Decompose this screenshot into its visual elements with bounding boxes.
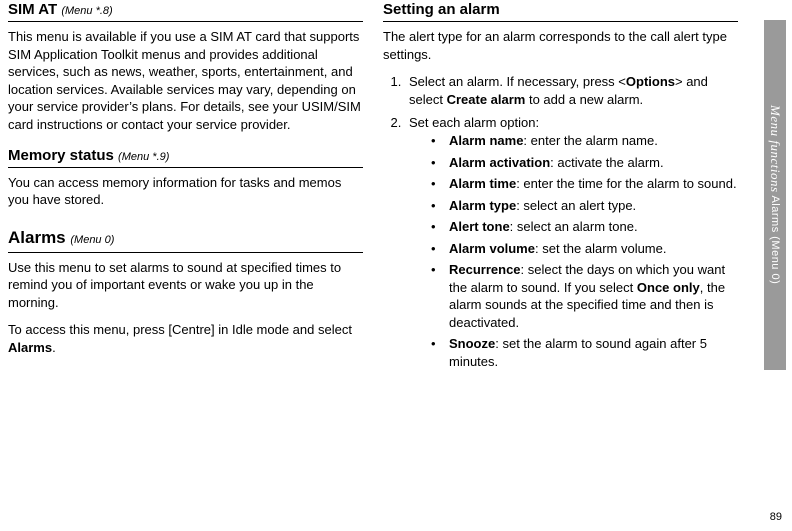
option-name: Snooze bbox=[449, 336, 495, 351]
heading-sim-at: SIM AT (Menu *.8) bbox=[8, 0, 363, 22]
option-item: Alarm name: enter the alarm name. bbox=[431, 132, 738, 150]
option-name: Alarm activation bbox=[449, 155, 550, 170]
option-item: Alarm time: enter the time for the alarm… bbox=[431, 175, 738, 193]
step-item: Select an alarm. If necessary, press <Op… bbox=[405, 73, 738, 108]
option-name: Alarm name bbox=[449, 133, 523, 148]
menu-ref: (Menu *.8) bbox=[61, 5, 112, 17]
body-text: You can access memory information for ta… bbox=[8, 174, 363, 209]
menu-ref: (Menu 0) bbox=[70, 234, 114, 246]
option-name: Alarm volume bbox=[449, 241, 535, 256]
option-desc: : activate the alarm. bbox=[550, 155, 663, 170]
steps-list: Select an alarm. If necessary, press <Op… bbox=[383, 73, 738, 370]
body-text: Use this menu to set alarms to sound at … bbox=[8, 259, 363, 312]
side-tab: Menu functions Alarms (Menu 0) bbox=[764, 20, 786, 370]
option-item: Alarm type: select an alert type. bbox=[431, 197, 738, 215]
heading-setting-alarm: Setting an alarm bbox=[383, 0, 738, 22]
title: Memory status bbox=[8, 147, 114, 164]
option-desc: : select an alarm tone. bbox=[510, 219, 638, 234]
option-name: Alert tone bbox=[449, 219, 510, 234]
option-desc: : set the alarm volume. bbox=[535, 241, 667, 256]
title: SIM AT bbox=[8, 1, 57, 18]
title: Setting an alarm bbox=[383, 1, 500, 18]
title: Alarms bbox=[8, 228, 66, 247]
option-item: Alarm volume: set the alarm volume. bbox=[431, 240, 738, 258]
option-item: Snooze: set the alarm to sound again aft… bbox=[431, 335, 738, 370]
side-tab-text: Menu functions Alarms (Menu 0) bbox=[766, 105, 784, 284]
step-item: Set each alarm option: Alarm name: enter… bbox=[405, 114, 738, 370]
right-column: Setting an alarm The alert type for an a… bbox=[383, 0, 748, 377]
left-column: SIM AT (Menu *.8) This menu is available… bbox=[8, 0, 373, 377]
heading-memory-status: Memory status (Menu *.9) bbox=[8, 146, 363, 168]
option-item: Alarm activation: activate the alarm. bbox=[431, 154, 738, 172]
heading-alarms: Alarms (Menu 0) bbox=[8, 227, 363, 253]
option-desc: : enter the time for the alarm to sound. bbox=[516, 176, 736, 191]
body-text: This menu is available if you use a SIM … bbox=[8, 28, 363, 133]
body-text: To access this menu, press [Centre] in I… bbox=[8, 321, 363, 356]
option-desc: : select an alert type. bbox=[516, 198, 636, 213]
option-name: Alarm type bbox=[449, 198, 516, 213]
option-name: Recurrence bbox=[449, 262, 521, 277]
option-desc: : enter the alarm name. bbox=[523, 133, 657, 148]
option-name: Alarm time bbox=[449, 176, 516, 191]
option-item: Alert tone: select an alarm tone. bbox=[431, 218, 738, 236]
menu-ref: (Menu *.9) bbox=[118, 151, 169, 163]
option-item: Recurrence: select the days on which you… bbox=[431, 261, 738, 331]
options-list: Alarm name: enter the alarm name. Alarm a… bbox=[409, 132, 738, 371]
body-text: The alert type for an alarm corresponds … bbox=[383, 28, 738, 63]
page-number: 89 bbox=[770, 510, 782, 525]
